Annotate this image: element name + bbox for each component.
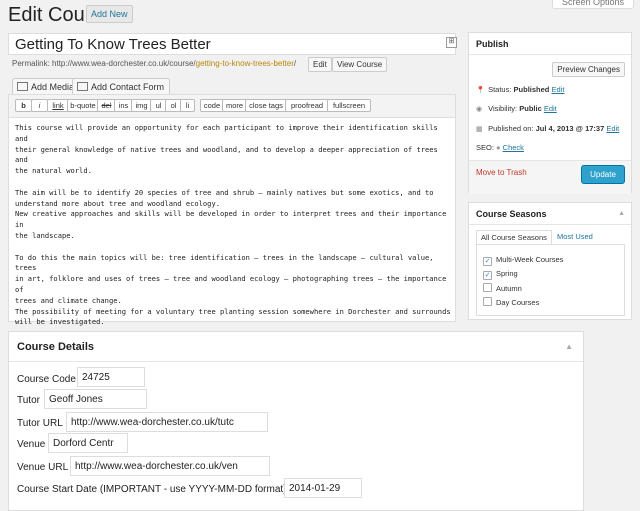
permalink-label: Permalink: [12, 59, 50, 68]
publish-panel: Publish Preview Changes 📍 Status: Publis… [468, 32, 632, 194]
add-media-label: Add Media [31, 82, 75, 92]
edit-status-link[interactable]: Edit [551, 85, 564, 94]
details-header[interactable]: Course Details ▲ [9, 332, 583, 362]
preview-changes-button[interactable]: Preview Changes [552, 62, 625, 77]
quicktag-link-button[interactable]: link [47, 99, 69, 112]
details-title: Course Details [17, 341, 95, 353]
quicktag-more-button[interactable]: more [222, 99, 247, 112]
tutor-url-label: Tutor URL [17, 418, 63, 429]
permalink-tail: / [293, 59, 297, 68]
season-label: Multi-Week Courses [496, 255, 564, 264]
season-item[interactable]: Day Courses [483, 297, 539, 307]
collapse-arrow-icon[interactable]: ▲ [565, 332, 573, 362]
permalink-slug[interactable]: getting-to-know-trees-better [196, 59, 294, 68]
checkbox[interactable]: ✓ [483, 257, 492, 266]
tab-most-used[interactable]: Most Used [553, 230, 597, 243]
status-row: 📍 Status: Published Edit [476, 85, 564, 94]
view-course-button[interactable]: View Course [332, 57, 388, 72]
form-icon [77, 82, 88, 91]
edit-permalink-button[interactable]: Edit [308, 57, 332, 72]
published-row: ▦ Published on: Jul 4, 2013 @ 17:37 Edit [476, 124, 619, 133]
checkbox[interactable] [483, 283, 492, 292]
editor-textarea[interactable]: This course will provide an opportunity … [15, 123, 451, 361]
collapse-arrow-icon[interactable]: ▲ [618, 203, 625, 225]
visibility-row: ◉ Visibility: Public Edit [476, 104, 557, 113]
visibility-label: Visibility: [488, 104, 518, 113]
quicktag-close-tags-button[interactable]: close tags [245, 99, 287, 112]
permalink: Permalink: http://www.wea-dorchester.co.… [12, 59, 296, 68]
season-label: Autumn [496, 284, 522, 293]
edit-visibility-link[interactable]: Edit [544, 104, 557, 113]
tab-all-course-seasons[interactable]: All Course Seasons [476, 230, 552, 245]
venue-url-label: Venue URL [17, 462, 69, 473]
season-item[interactable]: ✓ Multi-Week Courses [483, 255, 563, 266]
edit-date-link[interactable]: Edit [606, 124, 619, 133]
quicktag-bquote-button[interactable]: b-quote [67, 99, 99, 112]
tutor-url-input[interactable]: http://www.wea-dorchester.co.uk/tutc [66, 412, 268, 432]
text-editor: b i link b-quote del ins img ul ol li co… [8, 94, 456, 359]
venue-label: Venue [17, 439, 46, 450]
published-label: Published on: [488, 124, 534, 133]
quicktags-toolbar: b i link b-quote del ins img ul ol li co… [9, 95, 455, 118]
checkbox[interactable] [483, 297, 492, 306]
quicktag-fullscreen-button[interactable]: fullscreen [327, 99, 371, 112]
title-input[interactable]: Getting To Know Trees Better [8, 33, 456, 55]
media-icon [17, 82, 28, 91]
tutor-input[interactable]: Geoff Jones [44, 389, 147, 409]
move-to-trash-link[interactable]: Move to Trash [476, 168, 527, 177]
checkbox[interactable]: ✓ [483, 271, 492, 280]
season-item[interactable]: Autumn [483, 283, 522, 293]
course-details-panel: Course Details ▲ Course Code 24725 Tutor … [8, 331, 584, 511]
permalink-base[interactable]: http://www.wea-dorchester.co.uk/course/ [52, 59, 196, 68]
published-value: Jul 4, 2013 @ 17:37 [535, 124, 605, 133]
quicktag-proofread-button[interactable]: proofread [285, 99, 329, 112]
screen-options-tab[interactable]: Screen Options [552, 0, 634, 9]
status-value: Published [513, 85, 550, 94]
season-checklist: ✓ Multi-Week Courses ✓ Spring Autumn Day C… [476, 244, 625, 316]
publish-title: Publish [476, 39, 509, 49]
quicktag-img-button[interactable]: img [131, 99, 152, 112]
calendar-icon: ▦ [476, 126, 483, 133]
tutor-label: Tutor [17, 395, 40, 406]
status-label: Status: [488, 85, 512, 94]
seo-check-link[interactable]: Check [503, 143, 524, 152]
venue-input[interactable]: Dorford Centr [48, 433, 128, 453]
seo-dot-icon: ● [496, 143, 501, 152]
course-code-label: Course Code [17, 374, 76, 385]
quicktag-li-button[interactable]: li [180, 99, 195, 112]
course-code-input[interactable]: 24725 [77, 367, 145, 387]
expand-icon[interactable]: ⊞ [446, 37, 457, 48]
season-label: Day Courses [496, 298, 540, 307]
quicktag-code-button[interactable]: code [200, 99, 224, 112]
update-button[interactable]: Update [581, 165, 625, 184]
pin-icon: 📍 [476, 87, 485, 94]
publish-header[interactable]: Publish [469, 33, 631, 55]
season-label: Spring [496, 269, 518, 278]
quicktag-bold-button[interactable]: b [15, 99, 32, 112]
start-date-label: Course Start Date (IMPORTANT - use YYYY-… [17, 484, 287, 495]
seasons-title: Course Seasons [476, 209, 547, 219]
visibility-value: Public [519, 104, 542, 113]
seasons-header[interactable]: Course Seasons ▲ [469, 203, 631, 225]
course-seasons-panel: Course Seasons ▲ All Course Seasons Most … [468, 202, 632, 320]
quicktag-italic-button[interactable]: i [31, 99, 48, 112]
eye-icon: ◉ [476, 106, 483, 113]
add-new-button[interactable]: Add New [86, 5, 133, 23]
venue-url-input[interactable]: http://www.wea-dorchester.co.uk/ven [70, 456, 270, 476]
seo-label: SEO: [476, 143, 494, 152]
add-contact-label: Add Contact Form [91, 82, 165, 92]
seo-row: SEO: ● Check [476, 143, 524, 152]
start-date-input[interactable]: 2014-01-29 [284, 478, 362, 498]
season-item[interactable]: ✓ Spring [483, 269, 518, 280]
